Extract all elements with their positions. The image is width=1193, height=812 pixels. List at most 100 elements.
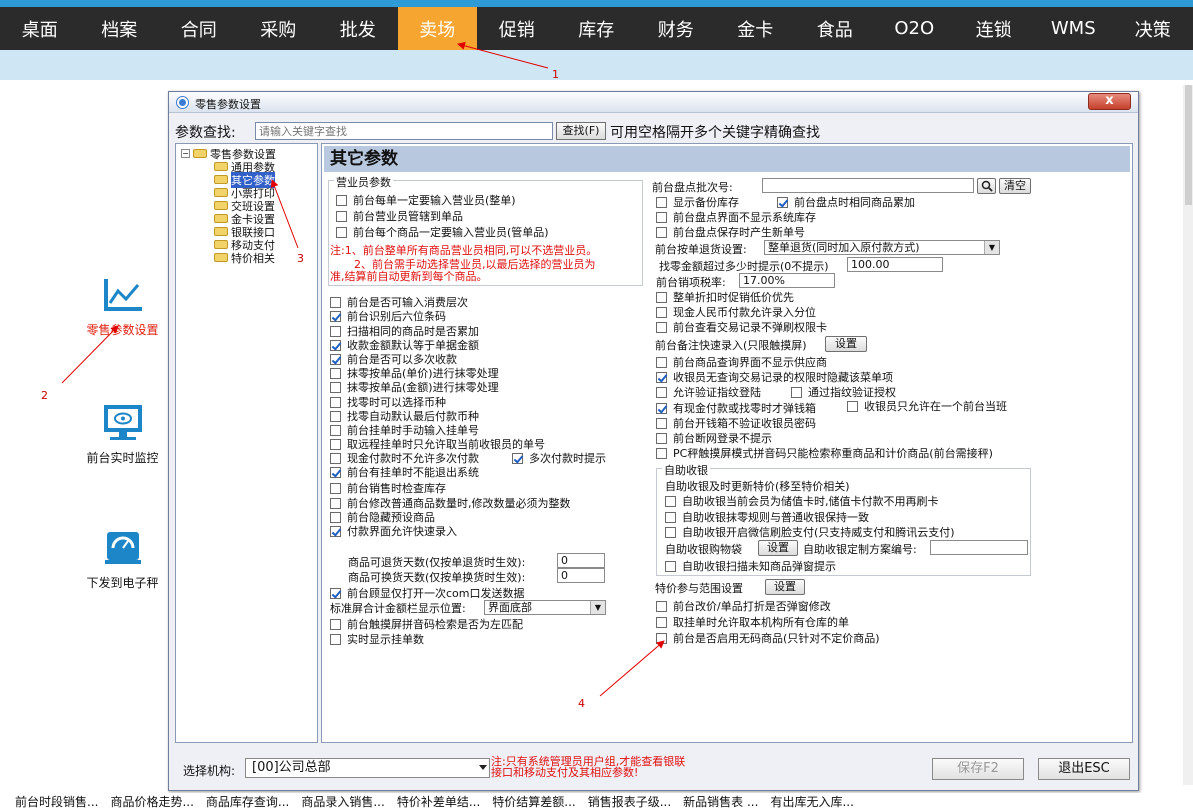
checkbox[interactable] bbox=[656, 386, 667, 398]
cb-hold-all-warehouse[interactable]: 取挂单时允许取本机构所有仓库的单 bbox=[656, 614, 849, 630]
menu-item-inventory[interactable]: 库存 bbox=[557, 7, 637, 50]
cb-hide-query-menu[interactable]: 收银员无查询交易记录的权限时隐藏该菜单项 bbox=[656, 369, 893, 385]
menu-item-chain[interactable]: 连锁 bbox=[954, 7, 1034, 50]
nav-retail-params[interactable]: 零售参数设置 bbox=[75, 275, 170, 338]
task-item[interactable]: 新品销售表 ... bbox=[683, 793, 758, 812]
checkbox[interactable] bbox=[330, 310, 341, 322]
menu-item-wholesale[interactable]: 批发 bbox=[318, 7, 398, 50]
cb-cash-cent[interactable]: 现金人民币付款允许录入分位 bbox=[656, 304, 816, 320]
scrollbar-thumb[interactable] bbox=[1185, 85, 1192, 205]
cb-cash-drawer[interactable]: 有现金付款或找零时才弹钱箱 bbox=[656, 400, 816, 416]
checkbox[interactable] bbox=[656, 632, 667, 644]
org-select[interactable]: [00]公司总部 bbox=[245, 758, 490, 778]
checkbox[interactable] bbox=[656, 616, 667, 628]
checkbox[interactable] bbox=[330, 587, 341, 599]
exchange-days-input[interactable]: 0 bbox=[557, 568, 605, 583]
checkbox[interactable] bbox=[330, 466, 341, 478]
checkbox[interactable] bbox=[330, 452, 341, 464]
checkbox[interactable] bbox=[330, 424, 341, 436]
checkbox[interactable] bbox=[656, 402, 667, 414]
change-limit-input[interactable]: 100.00 bbox=[847, 257, 943, 272]
cb-pc-scale-pinyin[interactable]: PC秤触摸屏模式拼音码只能检索称重商品和计价商品(前台需接秤) bbox=[656, 445, 993, 461]
cb-view-no-card[interactable]: 前台查看交易记录不弹刷权限卡 bbox=[656, 319, 827, 335]
cb-count-accumulate[interactable]: 前台盘点时相同商品累加 bbox=[777, 194, 915, 210]
checkbox[interactable] bbox=[336, 210, 347, 222]
cb-com-once[interactable]: 前台顾显仅打开一次com口发送数据 bbox=[330, 585, 525, 601]
cb-hold-no-exit[interactable]: 前台有挂单时不能退出系统 bbox=[330, 464, 479, 480]
cb-drawer-no-pwd[interactable]: 前台开钱箱不验证收银员密码 bbox=[656, 415, 816, 431]
task-item[interactable]: 特价结算差额... bbox=[492, 793, 575, 812]
cb-discount-low[interactable]: 整单折扣时促销低价优先 bbox=[656, 289, 794, 305]
checkbox[interactable] bbox=[330, 410, 341, 422]
menu-item-store[interactable]: 卖场 bbox=[397, 7, 477, 50]
checkbox[interactable] bbox=[656, 226, 667, 238]
checkbox[interactable] bbox=[791, 386, 802, 398]
menu-item-purchase[interactable]: 采购 bbox=[239, 7, 319, 50]
checkbox[interactable] bbox=[847, 400, 858, 412]
checkbox[interactable] bbox=[656, 211, 667, 223]
tax-input[interactable]: 17.00% bbox=[739, 273, 835, 288]
cb-salesperson-each[interactable]: 前台每个商品一定要输入营业员(管单品) bbox=[336, 224, 549, 240]
checkbox[interactable] bbox=[656, 600, 667, 612]
checkbox[interactable] bbox=[330, 296, 341, 308]
checkbox[interactable] bbox=[330, 633, 341, 645]
close-button[interactable]: x bbox=[1088, 93, 1131, 110]
task-item[interactable]: 有出库无入库... bbox=[770, 793, 853, 812]
menu-item-food[interactable]: 食品 bbox=[795, 7, 875, 50]
save-button[interactable]: 保存F2 bbox=[932, 758, 1024, 780]
checkbox[interactable] bbox=[330, 325, 341, 337]
nav-scale-send[interactable]: 下发到电子秤 bbox=[75, 528, 170, 591]
menu-item-promotion[interactable]: 促销 bbox=[477, 7, 557, 50]
cb-price-popup[interactable]: 前台改价/单品打折是否弹窗修改 bbox=[656, 598, 831, 614]
menu-item-goldcard[interactable]: 金卡 bbox=[716, 7, 796, 50]
cb-hide-supplier[interactable]: 前台商品查询界面不显示供应商 bbox=[656, 354, 827, 370]
search-button[interactable] bbox=[977, 178, 996, 194]
cb-fast-entry[interactable]: 付款界面允许快速录入 bbox=[330, 523, 457, 539]
menu-item-contract[interactable]: 合同 bbox=[159, 7, 239, 50]
cb-no-code-item[interactable]: 前台是否启用无码商品(只针对不定价商品) bbox=[656, 630, 880, 646]
checkbox[interactable] bbox=[656, 432, 667, 444]
checkbox[interactable] bbox=[330, 525, 341, 537]
menu-item-decision[interactable]: 决策 bbox=[1113, 7, 1193, 50]
checkbox[interactable] bbox=[777, 196, 788, 208]
cb-round-amount[interactable]: 抹零按单品(金额)进行抹零处理 bbox=[330, 379, 499, 395]
batch-input[interactable] bbox=[762, 178, 974, 193]
self-bag-settings-button[interactable]: 设置 bbox=[758, 540, 798, 556]
cb-multi-pay-hint[interactable]: 多次付款时提示 bbox=[512, 450, 606, 466]
total-pos-select[interactable]: 界面底部 ▼ bbox=[484, 600, 606, 615]
task-item[interactable]: 商品库存查询... bbox=[206, 793, 289, 812]
menu-item-archive[interactable]: 档案 bbox=[80, 7, 160, 50]
cb-count-new-no[interactable]: 前台盘点保存时产生新单号 bbox=[656, 224, 805, 240]
cb-barcode-last6[interactable]: 前台识别后六位条码 bbox=[330, 308, 446, 324]
checkbox[interactable] bbox=[656, 306, 667, 318]
menu-item-desktop[interactable]: 桌面 bbox=[0, 7, 80, 50]
cb-pinyin-left[interactable]: 前台触摸屏拼音码检索是否为左匹配 bbox=[330, 616, 523, 632]
exit-button[interactable]: 退出ESC bbox=[1038, 758, 1130, 780]
checkbox[interactable] bbox=[665, 495, 676, 507]
tree-item-special[interactable]: 特价相关 bbox=[214, 251, 275, 265]
cb-fingerprint-login[interactable]: 允许验证指纹登陆 bbox=[656, 384, 761, 400]
search-button[interactable]: 查找(F) bbox=[556, 122, 606, 140]
checkbox[interactable] bbox=[656, 417, 667, 429]
collapse-icon[interactable]: − bbox=[181, 149, 190, 158]
search-input[interactable] bbox=[255, 122, 553, 140]
clear-button[interactable]: 清空 bbox=[999, 178, 1031, 194]
memo-settings-button[interactable]: 设置 bbox=[825, 336, 867, 352]
checkbox[interactable] bbox=[330, 497, 341, 509]
checkbox[interactable] bbox=[330, 353, 341, 365]
cb-salesperson-item[interactable]: 前台营业员管辖到单品 bbox=[336, 208, 463, 224]
checkbox[interactable] bbox=[330, 482, 341, 494]
cb-backup-stock[interactable]: 显示备份库存 bbox=[656, 194, 739, 210]
task-item[interactable]: 前台时段销售... bbox=[15, 793, 98, 812]
return-setting-select[interactable]: 整单退货(同时加入原付款方式) ▼ bbox=[764, 240, 1000, 255]
nav-pos-monitor[interactable]: 前台实时监控 bbox=[75, 403, 170, 466]
cb-salesperson-whole[interactable]: 前台每单一定要输入营业员(整单) bbox=[336, 192, 516, 208]
checkbox[interactable] bbox=[336, 226, 347, 238]
checkbox[interactable] bbox=[665, 560, 676, 572]
checkbox[interactable] bbox=[330, 367, 341, 379]
task-item[interactable]: 商品价格走势... bbox=[110, 793, 193, 812]
checkbox[interactable] bbox=[330, 396, 341, 408]
cb-self-stored-card[interactable]: 自助收银当前会员为储值卡时,储值卡付款不用再刷卡 bbox=[665, 493, 939, 509]
checkbox[interactable] bbox=[330, 381, 341, 393]
checkbox[interactable] bbox=[330, 511, 341, 523]
